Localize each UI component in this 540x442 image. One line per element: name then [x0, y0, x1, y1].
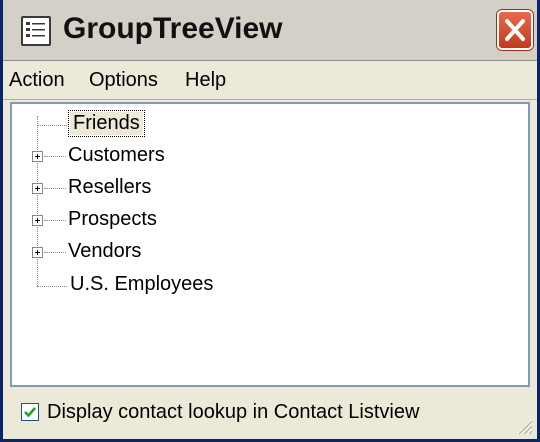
expand-icon[interactable] — [32, 247, 43, 258]
tree-node-friends[interactable]: Friends — [68, 110, 145, 137]
app-window: GroupTreeView Action Options Help Friend… — [0, 0, 540, 442]
display-lookup-label: Display contact lookup in Contact Listvi… — [47, 401, 420, 423]
menu-help[interactable]: Help — [185, 69, 226, 92]
tree-branch-line — [37, 125, 67, 126]
display-lookup-checkbox[interactable] — [21, 403, 39, 421]
resize-grip-icon[interactable] — [513, 415, 533, 435]
window-title: GroupTreeView — [63, 12, 283, 45]
close-button[interactable] — [497, 10, 533, 50]
tree-node-resellers[interactable]: Resellers — [68, 176, 151, 199]
status-bar: Display contact lookup in Contact Listvi… — [3, 392, 537, 439]
menu-bar: Action Options Help — [3, 61, 537, 100]
close-icon — [505, 19, 525, 41]
title-bar[interactable]: GroupTreeView — [3, 0, 537, 61]
tree-connector-line — [37, 116, 38, 286]
tree-node-us-employees[interactable]: U.S. Employees — [70, 273, 213, 296]
expand-icon[interactable] — [32, 151, 43, 162]
expand-icon[interactable] — [32, 183, 43, 194]
tree-node-prospects[interactable]: Prospects — [68, 208, 157, 231]
tree-branch-line — [44, 188, 66, 189]
tree-branch-line — [44, 156, 66, 157]
group-tree[interactable]: Friends Customers Resellers Prospects Ve… — [10, 102, 530, 387]
list-window-icon — [21, 16, 51, 46]
tree-branch-line — [44, 220, 66, 221]
tree-branch-line — [37, 286, 67, 287]
tree-node-customers[interactable]: Customers — [68, 144, 165, 167]
expand-icon[interactable] — [32, 215, 43, 226]
tree-branch-line — [44, 252, 66, 253]
menu-options[interactable]: Options — [89, 69, 158, 92]
check-icon — [24, 407, 36, 418]
menu-action[interactable]: Action — [9, 69, 65, 92]
tree-node-vendors[interactable]: Vendors — [68, 240, 141, 263]
